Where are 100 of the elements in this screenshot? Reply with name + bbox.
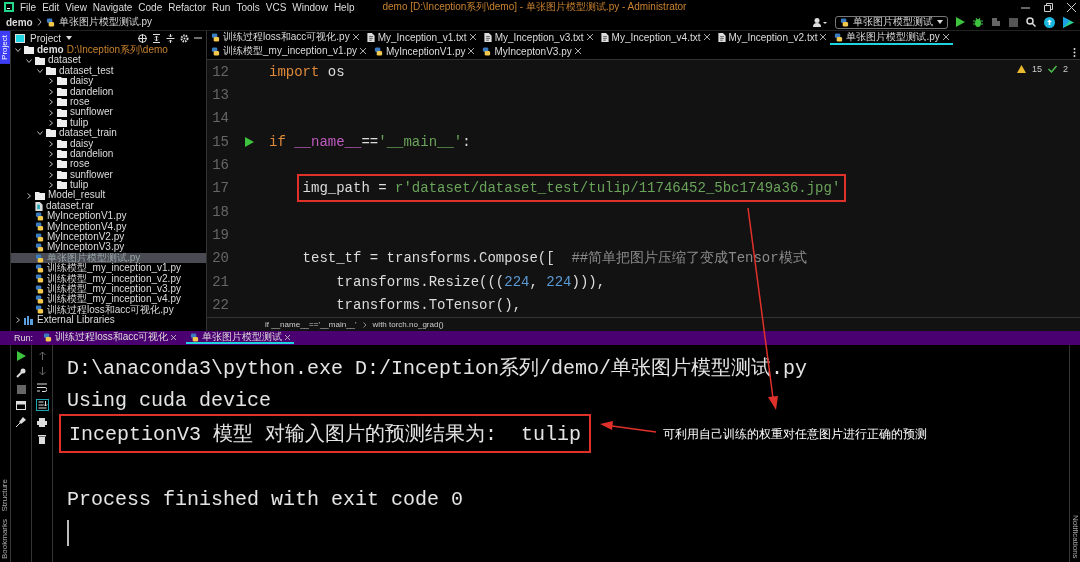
editor-tab[interactable]: MyInceptionV1.py — [369, 45, 479, 59]
tool-window-tab[interactable]: Bookmarks — [0, 515, 10, 562]
panel-title[interactable]: Project — [30, 32, 62, 44]
editor-tab[interactable]: My_Inception_v4.txt — [596, 31, 714, 45]
menu-item[interactable]: Tools — [236, 1, 260, 13]
tree-item[interactable]: 训练模型_my_inception_v2.py — [11, 273, 206, 284]
tree-item[interactable]: MyInceptonV3.py — [11, 242, 206, 253]
editor-tab[interactable]: My_Inception_v3.txt — [479, 31, 597, 45]
tree-item[interactable]: 单张图片模型测试.py — [11, 252, 206, 264]
tree-item[interactable]: dataset_test — [11, 65, 206, 77]
tool-window-tab[interactable]: Notifications — [1070, 511, 1080, 562]
run-button[interactable] — [956, 17, 965, 27]
print-icon[interactable] — [37, 418, 47, 427]
tree-item[interactable]: demo D:\Inception系列\demo — [11, 45, 206, 56]
tree-item[interactable]: daisy — [11, 76, 206, 87]
chevron-right-icon[interactable] — [48, 161, 54, 168]
close-button[interactable] — [1067, 2, 1076, 12]
rerun-button[interactable] — [16, 351, 26, 361]
tree-item[interactable]: 训练过程loss和acc可视化.py — [11, 304, 206, 316]
chevron-right-icon[interactable] — [48, 182, 54, 189]
chevron-down-icon[interactable] — [26, 57, 32, 64]
close-icon[interactable] — [942, 34, 949, 40]
tree-item[interactable]: MyInceptionV1.py — [11, 211, 206, 222]
menu-item[interactable]: Refactor — [168, 1, 207, 13]
close-icon[interactable] — [820, 34, 827, 40]
wrench-icon[interactable] — [16, 368, 26, 378]
menu-item[interactable]: Navigate — [92, 1, 133, 13]
tree-item[interactable]: rose — [11, 159, 206, 170]
tree-item[interactable]: dataset.rar — [11, 200, 206, 212]
stop-button[interactable] — [1009, 17, 1018, 27]
user-icon[interactable] — [813, 17, 827, 27]
breadcrumb[interactable]: with torch.no_grad() — [372, 320, 444, 329]
close-icon[interactable] — [285, 334, 291, 340]
chevron-right-icon[interactable] — [48, 151, 54, 158]
debug-bug-button[interactable] — [973, 17, 983, 27]
caret-icon[interactable] — [66, 36, 73, 40]
tree-item[interactable]: rose — [11, 96, 206, 108]
search-icon[interactable] — [1026, 17, 1036, 27]
close-icon[interactable] — [352, 34, 359, 40]
tool-window-tab[interactable]: Project — [0, 31, 10, 64]
close-icon[interactable] — [468, 48, 475, 54]
check-icon[interactable] — [1048, 65, 1057, 73]
plugin-icon[interactable] — [1063, 16, 1074, 28]
trash-icon[interactable] — [38, 434, 46, 444]
menu-item[interactable]: Help — [333, 1, 355, 13]
run-tab[interactable]: 单张图片模型测试 — [186, 332, 295, 344]
menu-item[interactable]: VCS — [265, 1, 287, 13]
menu-item[interactable]: File — [20, 1, 37, 13]
chevron-down-icon[interactable] — [37, 67, 43, 74]
tree-item[interactable]: dandelion — [11, 148, 206, 160]
tree-item[interactable]: sunflower — [11, 107, 206, 118]
update-icon[interactable] — [1044, 16, 1055, 28]
tree-item[interactable]: MyInceptionV4.py — [11, 221, 206, 233]
tree-item[interactable]: dandelion — [11, 86, 206, 97]
chevron-down-icon[interactable] — [15, 47, 21, 54]
tree-item[interactable]: dataset — [11, 55, 206, 66]
menu-item[interactable]: Window — [292, 1, 328, 13]
chevron-right-icon[interactable] — [48, 119, 54, 126]
hide-icon[interactable] — [194, 34, 202, 42]
layout-icon[interactable] — [16, 401, 26, 410]
pin-icon[interactable] — [16, 417, 26, 427]
down-arrow-icon[interactable] — [38, 367, 46, 376]
editor-tab[interactable]: 训练过程loss和acc可视化.py — [207, 31, 363, 45]
menu-item[interactable]: Edit — [42, 1, 60, 13]
menu-item[interactable]: Run — [212, 1, 231, 13]
chevron-right-icon[interactable] — [48, 99, 54, 106]
collapse-all-icon[interactable] — [166, 33, 175, 43]
chevron-right-icon[interactable] — [48, 140, 54, 147]
editor-tab[interactable]: 训练模型_my_inception_v1.py — [207, 45, 370, 59]
up-arrow-icon[interactable] — [38, 351, 46, 360]
crosshair-icon[interactable] — [138, 33, 147, 43]
menu-item[interactable]: Code — [138, 1, 163, 13]
chevron-down-icon[interactable] — [37, 130, 43, 137]
breadcrumb[interactable]: if __name__=='__main__' — [265, 320, 357, 329]
tree-item[interactable]: daisy — [11, 138, 206, 149]
close-icon[interactable] — [574, 48, 581, 54]
chevron-right-icon[interactable] — [48, 88, 54, 95]
chevron-right-icon[interactable] — [48, 78, 54, 85]
tree-item[interactable]: Model_result — [11, 190, 206, 201]
close-icon[interactable] — [171, 334, 177, 340]
editor-tab[interactable]: My_Inception_v2.txt — [713, 31, 831, 45]
close-icon[interactable] — [469, 34, 476, 40]
more-icon[interactable] — [1073, 48, 1076, 57]
tree-item[interactable]: sunflower — [11, 169, 206, 181]
editor-tab[interactable]: 单张图片模型测试.py — [830, 31, 953, 45]
tool-window-tab[interactable]: Structure — [0, 474, 10, 515]
menu-item[interactable]: View — [65, 1, 87, 13]
run-icon[interactable] — [244, 136, 254, 147]
tree-item[interactable]: dataset_train — [11, 128, 206, 139]
close-icon[interactable] — [703, 34, 710, 40]
run-configuration-dropdown[interactable]: 单张图片模型测试 — [835, 15, 948, 29]
stop-button[interactable] — [16, 385, 26, 394]
chevron-right-icon[interactable] — [15, 317, 21, 324]
editor-tab[interactable]: MyInceptonV3.py — [478, 45, 585, 59]
soft-wrap-icon[interactable] — [37, 383, 47, 392]
tree-item[interactable]: MyInceptonV2.py — [11, 232, 206, 243]
tree-item[interactable]: 训练模型_my_inception_v4.py — [11, 294, 206, 305]
coverage-button[interactable] — [991, 17, 1001, 27]
chevron-right-icon[interactable] — [48, 109, 54, 116]
expand-all-icon[interactable] — [152, 33, 161, 43]
